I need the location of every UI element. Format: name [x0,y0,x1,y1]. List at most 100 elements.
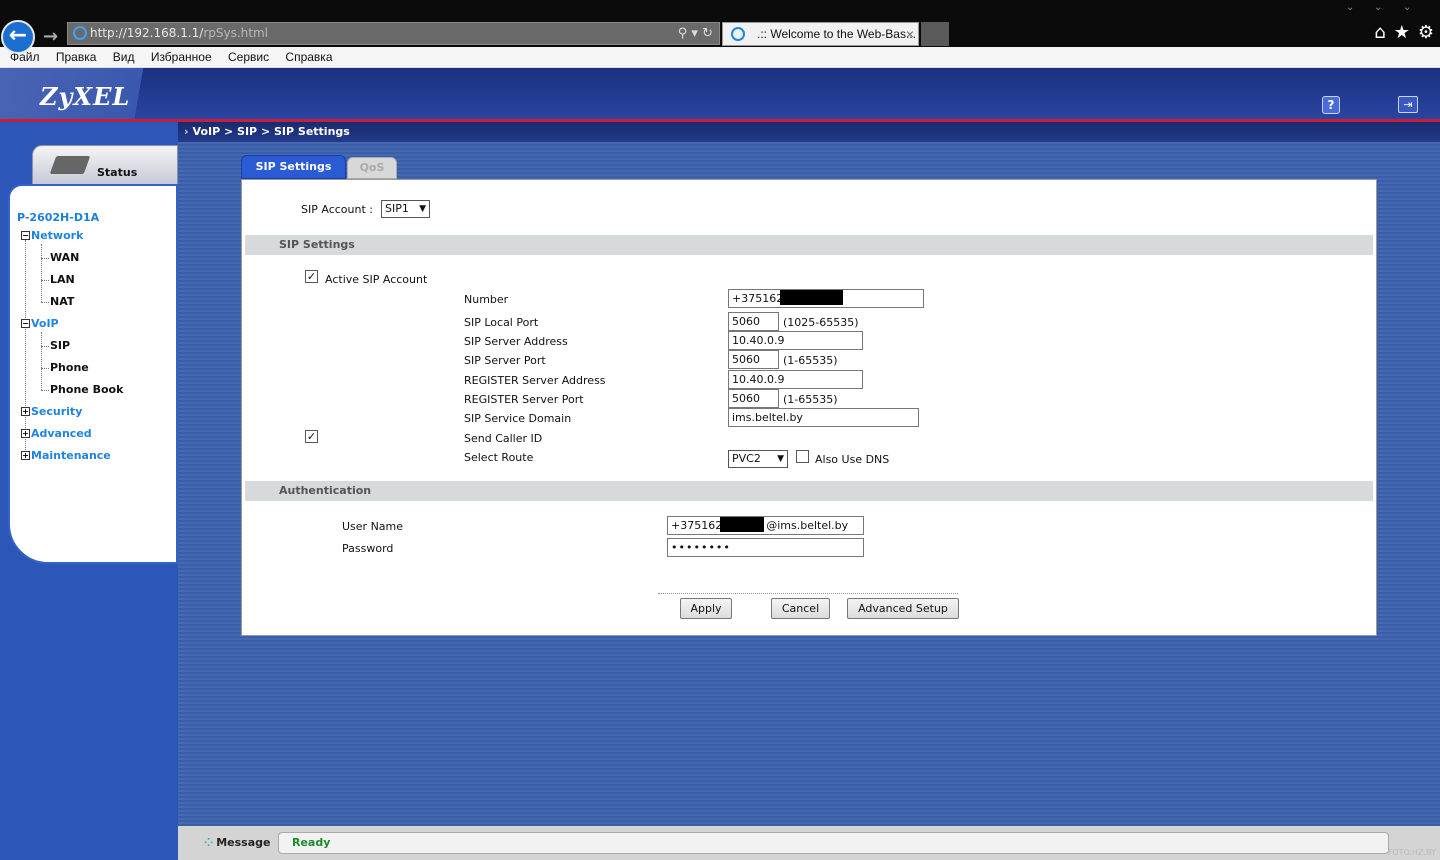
minimize-icon[interactable]: ⌄ [1346,2,1354,13]
menu-favorites[interactable]: Избранное [151,47,212,67]
cancel-button[interactable]: Cancel [771,598,830,619]
forward-arrow-icon[interactable]: → [43,26,58,47]
also-use-dns-checkbox[interactable] [796,450,809,463]
expand-icon[interactable]: + [21,451,30,460]
nav-item-voip[interactable]: − VoIP [21,317,59,330]
nav-item-sip[interactable]: SIP [50,339,70,352]
ie-tab-icon [731,27,745,41]
browser-tab-title: .:: Welcome to the Web-Bas... [757,27,916,41]
message-label-text: Message [216,836,271,849]
sip-server-address-label: SIP Server Address [464,335,568,348]
section-authentication: Authentication [245,481,1373,501]
section-sip-settings: SIP Settings [245,235,1373,255]
select-route-label: Select Route [464,451,534,464]
nav-advanced-label: Advanced [31,427,92,440]
tree-line [41,390,49,391]
back-arrow-icon[interactable]: ← [1,20,35,54]
breadcrumb-chevron-icon: › [184,125,189,138]
browser-tab[interactable]: .:: Welcome to the Web-Bas... × [722,22,919,46]
logout-icon[interactable]: ⇥ [1398,96,1418,113]
help-icon[interactable]: ? [1322,96,1340,114]
nav-item-advanced[interactable]: + Advanced [21,427,92,440]
router-device-icon [49,156,91,174]
sip-server-port-label: SIP Server Port [464,354,546,367]
menu-edit[interactable]: Правка [56,47,97,67]
sip-service-domain-input[interactable]: ims.beltel.by [728,408,919,427]
maximize-icon[interactable]: ⌄ [1374,2,1382,13]
sip-local-port-input[interactable]: 5060 [728,312,779,331]
nav-item-phone[interactable]: Phone [50,361,89,374]
tree-line [41,368,49,369]
advanced-setup-button[interactable]: Advanced Setup [847,598,959,619]
tab-sip-settings[interactable]: SIP Settings [241,155,346,179]
tree-line [41,332,42,390]
breadcrumb-text: VoIP > SIP > SIP Settings [192,125,350,138]
message-dots-icon: ⁘ [204,836,214,849]
user-name-suffix: @ims.beltel.by [766,519,849,532]
apply-button[interactable]: Apply [680,598,732,619]
expand-icon[interactable]: + [21,407,30,416]
sip-local-port-range: (1025-65535) [783,316,859,329]
nav-item-wan[interactable]: WAN [50,251,79,264]
url-search-refresh-icons[interactable]: ⚲ ▾ ↻ [678,23,713,44]
nav-network-label: Network [31,229,84,242]
nav-item-nat[interactable]: NAT [50,295,74,308]
sip-server-address-input[interactable]: 10.40.0.9 [728,331,863,350]
select-route-dropdown[interactable]: PVC2 ▼ [728,450,788,468]
password-input[interactable]: •••••••• [667,538,864,557]
active-sip-checkbox[interactable]: ✓ [305,270,318,283]
message-label: ⁘ Message [204,836,270,849]
chevron-down-icon: ▼ [419,204,426,214]
browser-toolbar-icons: ⌂ ★ ⚙ [1366,22,1434,43]
sip-local-port-label: SIP Local Port [464,316,539,329]
register-server-port-label: REGISTER Server Port [464,393,584,406]
active-sip-label: Active SIP Account [325,273,428,286]
device-model: P-2602H-D1A [17,211,100,224]
sip-account-label: SIP Account : [301,203,373,216]
nav-item-lan[interactable]: LAN [50,273,75,286]
send-caller-id-label: Send Caller ID [464,432,543,445]
nav-item-security[interactable]: + Security [21,405,82,418]
user-name-input[interactable]: +375162 @ims.beltel.by [667,516,864,535]
url-input[interactable]: http://192.168.1.1/rpSys.html ⚲ ▾ ↻ [67,22,720,45]
nav-item-network[interactable]: − Network [21,229,83,242]
nav-maintenance-label: Maintenance [31,449,111,462]
sip-server-port-input[interactable]: 5060 [728,350,779,369]
user-name-prefix: +375162 [671,519,723,532]
password-label: Password [342,542,394,555]
nav-item-phone-book[interactable]: Phone Book [50,383,123,396]
new-tab-button[interactable] [921,22,949,46]
browser-menubar: Файл Правка Вид Избранное Сервис Справка [0,47,1440,68]
send-caller-id-checkbox[interactable]: ✓ [305,430,318,443]
register-server-port-range: (1-65535) [783,393,838,406]
tab-qos[interactable]: QoS [347,157,397,179]
menu-tools[interactable]: Сервис [228,47,269,67]
tab-close-icon[interactable]: × [906,23,914,45]
collapse-icon[interactable]: − [21,231,30,240]
zyxel-logo: ZyXEL [40,82,131,111]
nav-item-maintenance[interactable]: + Maintenance [21,449,111,462]
tree-line [41,258,49,259]
status-button[interactable]: Status [32,145,178,187]
tree-line [41,302,49,303]
favorites-star-icon[interactable]: ★ [1394,22,1410,43]
number-label: Number [464,293,509,306]
collapse-icon[interactable]: − [21,319,30,328]
register-server-port-input[interactable]: 5060 [728,389,779,408]
settings-gear-icon[interactable]: ⚙ [1418,22,1434,43]
home-icon[interactable]: ⌂ [1374,22,1385,43]
ie-page-icon [73,26,87,40]
register-server-address-input[interactable]: 10.40.0.9 [728,370,863,389]
redaction-block [720,517,764,532]
menu-view[interactable]: Вид [113,47,135,67]
tree-line [41,280,49,281]
user-name-label: User Name [342,520,404,533]
tree-line [41,346,49,347]
expand-icon[interactable]: + [21,429,30,438]
url-host: http://192.168.1.1/ [90,26,204,40]
menu-help[interactable]: Справка [285,47,332,67]
sip-account-select[interactable]: SIP1 ▼ [381,200,430,218]
also-use-dns-label: Also Use DNS [815,453,890,466]
breadcrumb: › VoIP > SIP > SIP Settings [178,122,1440,142]
close-window-icon[interactable]: ⌄ [1403,2,1411,13]
